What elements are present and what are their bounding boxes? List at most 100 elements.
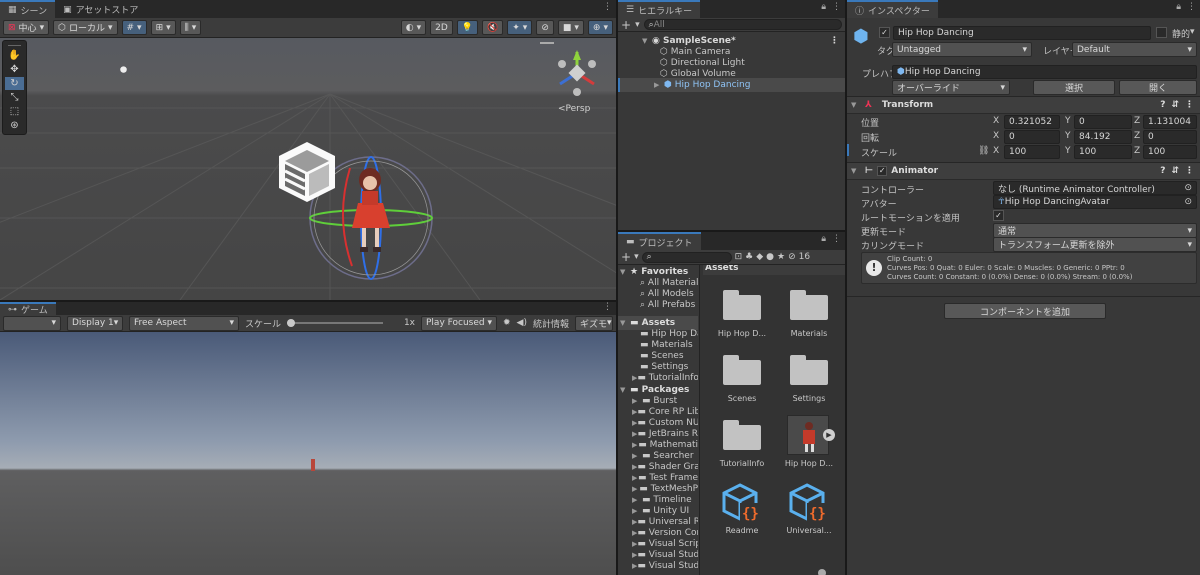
grid-item-label[interactable]: Universal... [777,526,841,535]
move-tool-icon[interactable]: ✥ [5,63,24,76]
help-icon[interactable]: ? [1160,100,1165,110]
overlay-handle[interactable] [8,43,21,46]
prefab-field[interactable]: ⬢ Hip Hop Dancing [892,65,1197,79]
layer-dropdown[interactable]: Default ▾ [1072,42,1197,57]
grid-item-label[interactable]: Scenes [710,394,774,403]
orientation-gizmo[interactable] [552,48,602,98]
position-z-field[interactable]: 1.131004 [1143,115,1197,129]
add-component-button[interactable]: コンポーネントを追加 [944,303,1106,319]
transform-header[interactable]: ▼ ⅄ Transform ? ⇵ ⋮ [847,96,1200,114]
favorite-icon[interactable]: ★ [777,252,785,262]
root-motion-checkbox[interactable]: ✓ [993,210,1004,221]
lock-icon[interactable]: 🔒︎ [1176,2,1181,12]
position-x-field[interactable]: 0.321052 [1004,115,1060,129]
grid-item-label[interactable]: Hip Hop D... [777,459,841,468]
add-icon[interactable]: + [621,250,631,264]
align-button[interactable]: ⫼ ▾ [179,20,202,35]
persp-label[interactable]: <Persp [558,104,590,114]
select-button[interactable]: 選択 [1033,80,1115,95]
more-icon[interactable]: ⋮ [1185,100,1194,110]
hidden-objects-button[interactable]: ⊘ [536,20,554,35]
help-icon[interactable]: ? [1160,166,1165,176]
collapsed-icon[interactable]: ▶ [654,81,664,89]
grid-item-label[interactable]: Materials [777,329,841,338]
more-icon[interactable]: ⋮ [1185,166,1194,176]
cube-prefab-icon[interactable] [275,140,339,204]
hand-tool-icon[interactable]: ✋ [5,49,24,62]
more-icon[interactable]: ⋮ [832,234,841,244]
tab-game[interactable]: ⊶ ゲーム [0,302,56,316]
more-icon[interactable]: ⋮ [603,302,612,312]
more-icon[interactable]: ⋮ [1187,2,1196,12]
lock-icon[interactable]: 🔒︎ [821,234,826,244]
overlay-handle-top[interactable] [540,42,554,44]
hierarchy-item-selected[interactable]: ▶ ⬢ Hip Hop Dancing [618,78,845,92]
space-toggle[interactable]: ⬡ ローカル ▾ [53,20,118,35]
scale-slider-thumb[interactable] [287,319,296,327]
tag-dropdown[interactable]: Untagged ▾ [892,42,1032,57]
add-icon[interactable]: + [621,18,631,32]
hierarchy-search-input[interactable]: ⌕ All [643,19,842,30]
effects-button[interactable]: ✦ ▾ [507,20,533,35]
object-picker-icon[interactable]: ⊙ [1184,183,1192,193]
display-dropdown[interactable]: Display 1 ▾ [67,315,123,331]
more-icon[interactable]: ⋮ [603,2,612,12]
folder-icon[interactable] [723,420,761,450]
type-filter-icon[interactable]: ♣ [745,252,753,262]
avatar-field[interactable]: ☥ Hip Hop DancingAvatar ⊙ [993,195,1197,209]
lock-icon[interactable]: 🔒︎ [821,2,826,12]
scale-z-field[interactable]: 100 [1143,145,1197,159]
snap-increment-button[interactable]: ⊞ ▾ [150,20,176,35]
expand-icon[interactable]: ▼ [851,101,861,109]
warning-filter-icon[interactable]: ● [766,252,774,262]
folder-icon[interactable] [790,355,828,385]
rotation-x-field[interactable]: 0 [1004,130,1060,144]
rotate-tool-icon[interactable]: ↻ [5,77,24,90]
preset-icon[interactable]: ⇵ [1171,166,1179,176]
position-y-field[interactable]: 0 [1074,115,1132,129]
tab-inspector[interactable]: ⓘ インスペクター [847,0,938,18]
zoom-slider-thumb[interactable] [818,569,826,575]
expand-icon[interactable]: ▼ [642,37,652,45]
urp-asset-icon[interactable]: {} [789,483,829,523]
transform-tool-icon[interactable]: ⊛ [5,119,24,132]
stats-button[interactable]: 統計情報 [533,317,569,330]
static-dropdown-icon[interactable]: ▾ [1190,27,1195,37]
folder-icon[interactable] [723,290,761,320]
override-dropdown[interactable]: オーバーライド ▾ [892,80,1010,95]
shading-mode-button[interactable]: ◐ ▾ [400,20,427,35]
tab-scene[interactable]: ▦ シーン [0,0,56,18]
update-mode-dropdown[interactable]: 通常 ▾ [993,223,1197,238]
play-preview-icon[interactable]: ▶ [823,429,835,441]
package-folder[interactable]: ▶ ▬ Visual Stud [618,559,698,573]
grid-item-label[interactable]: Hip Hop D... [710,329,774,338]
label-filter-icon[interactable]: ◆ [756,252,763,262]
camera-gizmo-icon[interactable]: ⏺ [120,62,127,78]
camera-button[interactable]: ■ ▾ [557,20,584,35]
mode-2d-button[interactable]: 2D [430,20,453,35]
aspect-dropdown[interactable]: Free Aspect ▾ [129,315,239,331]
controller-field[interactable]: なし (Runtime Animator Controller) ⊙ [993,181,1197,195]
scene-viewport[interactable]: ⏺ ✋ ✥ ↻ ⤡ ⬚ ⊛ <Persp [0,38,616,300]
play-mode-dropdown[interactable]: Play Focused ▾ [421,315,497,331]
game-view-dropdown[interactable]: ▾ [3,315,61,331]
bug-icon[interactable]: ✹ [503,318,511,328]
gizmos-button[interactable]: ⊕ ▾ [587,20,613,35]
grid-item-label[interactable]: TutorialInfo [710,459,774,468]
open-button[interactable]: 開く [1119,80,1197,95]
hidden-count-icon[interactable]: ⊘ [788,252,796,262]
folder-icon[interactable] [790,290,828,320]
static-checkbox[interactable] [1156,27,1167,38]
rotation-z-field[interactable]: 0 [1143,130,1197,144]
scale-x-field[interactable]: 100 [1004,145,1060,159]
more-icon[interactable]: ⋮ [832,2,841,12]
search-scope-icon[interactable]: ⊡ [735,252,743,262]
lighting-button[interactable]: 💡 [456,20,479,35]
scale-tool-icon[interactable]: ⤡ [5,91,24,104]
active-checkbox[interactable]: ✓ [879,27,890,38]
folder-icon[interactable] [723,355,761,385]
pivot-toggle[interactable]: ⊠ 中心 ▾ [3,20,50,35]
tab-hierarchy[interactable]: ☰ ヒエラルキー [618,0,701,18]
object-picker-icon[interactable]: ⊙ [1184,197,1192,207]
expand-icon[interactable]: ▼ [851,167,861,175]
